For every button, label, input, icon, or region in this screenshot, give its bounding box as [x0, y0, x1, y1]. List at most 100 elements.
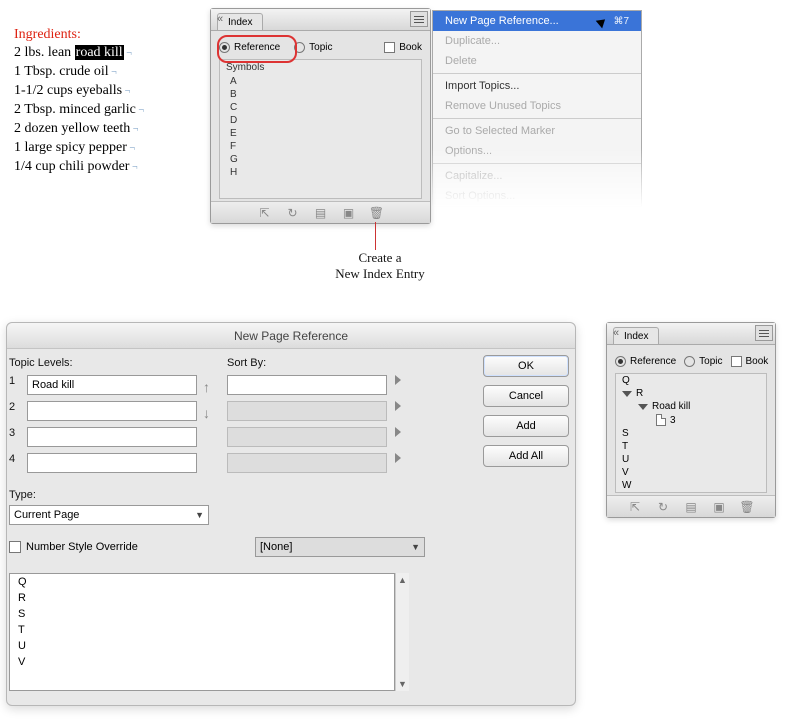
- menu-item-remove-unused: Remove Unused Topics: [433, 96, 641, 116]
- menu-item-duplicate: Duplicate...: [433, 31, 641, 51]
- go-to-marker-icon[interactable]: ⇱: [628, 500, 642, 514]
- generate-index-icon[interactable]: ▤: [314, 206, 328, 220]
- panel-menu-button[interactable]: [755, 325, 773, 341]
- index-entry[interactable]: Road kill: [616, 400, 766, 413]
- panel-tabbar: « Index: [607, 323, 775, 345]
- add-all-button[interactable]: Add All: [483, 445, 569, 467]
- list-item[interactable]: A: [220, 75, 421, 88]
- radio-topic[interactable]: Topic: [684, 356, 722, 367]
- menu-item-goto-marker: Go to Selected Marker: [433, 121, 641, 141]
- chevron-right-icon[interactable]: [395, 453, 401, 463]
- index-entry-list[interactable]: Symbols A B C D E F G H: [219, 59, 422, 199]
- callout-text: Create a New Index Entry: [320, 250, 440, 282]
- menu-item-new-page-reference[interactable]: New Page Reference... ⌘7: [433, 11, 641, 31]
- ingredient-line: 1 Tbsp. crude oil ¬: [14, 63, 144, 82]
- new-page-reference-dialog: New Page Reference Topic Levels: Sort By…: [6, 322, 576, 706]
- type-select[interactable]: Current Page▼: [9, 505, 209, 525]
- scroll-down-icon[interactable]: ▼: [396, 677, 409, 691]
- menu-separator: [433, 73, 641, 74]
- row-num: 1: [9, 375, 21, 395]
- number-style-select[interactable]: [None]▼: [255, 537, 425, 557]
- topic-preview-list[interactable]: Q R S T U V: [9, 573, 395, 691]
- ingredients-heading: Ingredients:: [14, 26, 144, 44]
- topic-level-2-input[interactable]: [27, 401, 197, 421]
- list-item[interactable]: U: [10, 638, 394, 654]
- list-item[interactable]: S: [616, 427, 766, 440]
- list-item[interactable]: U: [616, 453, 766, 466]
- menu-item-import-topics[interactable]: Import Topics...: [433, 76, 641, 96]
- delete-entry-icon[interactable]: 🗑: [740, 500, 754, 514]
- list-item[interactable]: B: [220, 88, 421, 101]
- ok-button[interactable]: OK: [483, 355, 569, 377]
- menu-item-capitalize: Capitalize...: [433, 166, 641, 186]
- list-item[interactable]: W: [616, 479, 766, 492]
- generate-index-icon[interactable]: ▤: [684, 500, 698, 514]
- collapse-icon[interactable]: «: [213, 12, 227, 26]
- list-item[interactable]: R: [10, 590, 394, 606]
- list-item[interactable]: Q: [10, 574, 394, 590]
- list-item[interactable]: C: [220, 101, 421, 114]
- go-to-marker-icon[interactable]: ⇱: [258, 206, 272, 220]
- panel-tabbar: « Index: [211, 9, 430, 31]
- row-num: 3: [9, 427, 21, 447]
- menu-separator: [433, 163, 641, 164]
- cancel-button[interactable]: Cancel: [483, 385, 569, 407]
- add-button[interactable]: Add: [483, 415, 569, 437]
- new-entry-icon[interactable]: ▣: [342, 206, 356, 220]
- update-preview-icon[interactable]: ↻: [656, 500, 670, 514]
- sort-by-4-input: [227, 453, 387, 473]
- radio-reference[interactable]: Reference: [615, 356, 676, 367]
- disclosure-triangle-icon[interactable]: [622, 391, 632, 397]
- index-page-ref[interactable]: 3: [616, 413, 766, 427]
- menu-separator: [433, 118, 641, 119]
- radio-topic[interactable]: Topic: [294, 42, 332, 53]
- disclosure-triangle-icon[interactable]: [638, 404, 648, 410]
- panel-footer: ⇱ ↻ ▤ ▣ 🗑: [607, 495, 775, 517]
- list-item[interactable]: D: [220, 114, 421, 127]
- list-item[interactable]: T: [10, 622, 394, 638]
- list-item[interactable]: H: [220, 166, 421, 179]
- list-item[interactable]: G: [220, 153, 421, 166]
- list-item[interactable]: T: [616, 440, 766, 453]
- list-item[interactable]: F: [220, 140, 421, 153]
- row-num: 4: [9, 453, 21, 473]
- symbols-header: Symbols: [220, 60, 421, 75]
- topic-level-3-input[interactable]: [27, 427, 197, 447]
- move-down-icon[interactable]: ↓: [203, 405, 210, 421]
- new-entry-icon[interactable]: ▣: [712, 500, 726, 514]
- number-style-override-checkbox[interactable]: Number Style Override: [9, 541, 138, 553]
- list-item[interactable]: V: [616, 466, 766, 479]
- chevron-right-icon[interactable]: [395, 375, 401, 385]
- chevron-right-icon[interactable]: [395, 427, 401, 437]
- sort-by-1-input[interactable]: [227, 375, 387, 395]
- list-item[interactable]: E: [220, 127, 421, 140]
- panel-menu-button[interactable]: [410, 11, 428, 27]
- selected-text: road kill: [75, 45, 124, 60]
- index-entry-list[interactable]: Q R Road kill 3 S T U V W: [615, 373, 767, 493]
- scroll-up-icon[interactable]: ▲: [396, 573, 409, 587]
- checkbox-book[interactable]: Book: [384, 42, 422, 53]
- list-item[interactable]: Q: [616, 374, 766, 387]
- list-item[interactable]: V: [10, 654, 394, 670]
- scrollbar[interactable]: ▲ ▼: [395, 573, 409, 691]
- sort-by-3-input: [227, 427, 387, 447]
- chevron-down-icon: ▼: [411, 542, 420, 552]
- list-item-expanded[interactable]: R: [616, 387, 766, 400]
- ingredient-line: 1-1/2 cups eyeballs ¬: [14, 82, 144, 101]
- ingredient-line: 2 Tbsp. minced garlic ¬: [14, 101, 144, 120]
- update-preview-icon[interactable]: ↻: [286, 206, 300, 220]
- delete-entry-icon[interactable]: 🗑: [370, 206, 384, 220]
- list-item[interactable]: S: [10, 606, 394, 622]
- move-up-icon[interactable]: ↑: [203, 379, 210, 395]
- chevron-right-icon[interactable]: [395, 401, 401, 411]
- checkbox-book[interactable]: Book: [731, 356, 769, 367]
- index-panel-result: « Index Reference Topic Book Q R Road ki…: [606, 322, 776, 518]
- topic-level-1-input[interactable]: [27, 375, 197, 395]
- sort-by-2-input: [227, 401, 387, 421]
- topic-levels-label: Topic Levels:: [9, 357, 73, 369]
- topic-level-4-input[interactable]: [27, 453, 197, 473]
- panel-footer: ⇱ ↻ ▤ ▣ 🗑: [211, 201, 430, 223]
- collapse-icon[interactable]: «: [609, 326, 623, 340]
- radio-reference[interactable]: Reference: [219, 42, 280, 53]
- index-mode-row: Reference Topic Book: [615, 349, 767, 373]
